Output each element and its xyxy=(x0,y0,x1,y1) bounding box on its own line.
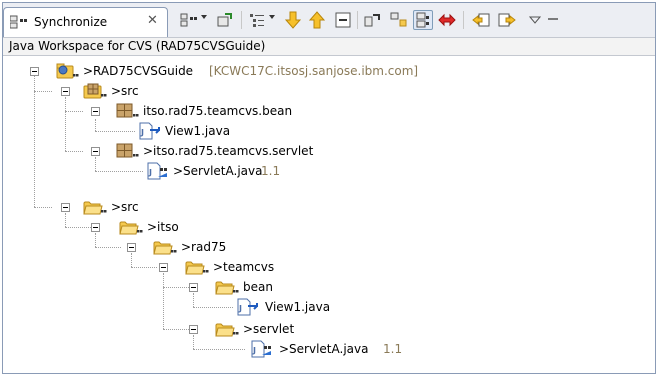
tree-row-teamcvs-folder[interactable]: >teamcvs xyxy=(3,257,303,277)
tree-row-servleta-java[interactable]: >ServletA.java 1.1 xyxy=(3,161,323,181)
tree-row-bean-folder[interactable]: bean xyxy=(3,277,303,297)
previous-difference-arrow-icon[interactable] xyxy=(307,10,327,30)
java-file-outgoing-icon xyxy=(249,340,273,358)
synchronize-view: Synchronize ✕ Java Workspace for CVS (RA… xyxy=(2,2,656,374)
revision-label: 1.1 xyxy=(261,164,281,178)
chevron-down-icon[interactable] xyxy=(269,15,275,19)
tree-row-src-package-root[interactable]: >src xyxy=(3,81,203,101)
toolbar-separator xyxy=(463,11,464,29)
conflicts-mode-icon[interactable] xyxy=(437,10,457,30)
pin-icon[interactable] xyxy=(215,10,235,30)
next-difference-arrow-icon[interactable] xyxy=(283,10,303,30)
project-label: >RAD75CVSGuide xyxy=(83,64,194,78)
project-location: [KCWC17C.itsosj.sanjose.ibm.com] xyxy=(209,64,419,78)
tree-node-label: >ServletA.java xyxy=(173,164,263,178)
tab-title: Synchronize xyxy=(34,15,108,29)
view-menu-icon[interactable] xyxy=(525,10,545,30)
synchronize-tree[interactable]: >RAD75CVSGuide [KCWC17C.itsosj.sanjose.i… xyxy=(3,57,655,373)
collapse-toggle-icon[interactable] xyxy=(30,67,39,76)
tree-node-label: >teamcvs xyxy=(213,260,275,274)
collapse-toggle-icon[interactable] xyxy=(91,147,100,156)
collapse-toggle-icon[interactable] xyxy=(189,325,198,334)
synchronize-dropdown-icon[interactable] xyxy=(179,10,199,30)
tree-row-src-folder[interactable]: >src xyxy=(3,197,203,217)
tree-node-label: >src xyxy=(111,200,139,214)
package-folder-icon xyxy=(83,82,107,100)
tree-node-label: View1.java xyxy=(165,124,231,138)
folder-icon xyxy=(153,238,177,256)
folder-icon xyxy=(215,320,239,338)
project-icon xyxy=(55,62,79,80)
tree-row-itso-folder[interactable]: >itso xyxy=(3,217,223,237)
tree-node-label: >itso xyxy=(147,220,179,234)
tree-node-label: >rad75 xyxy=(181,240,227,254)
package-icon xyxy=(115,142,139,160)
chevron-down-icon[interactable] xyxy=(201,15,207,19)
folder-icon xyxy=(83,198,107,216)
outgoing-mode-icon[interactable] xyxy=(389,10,409,30)
java-file-incoming-icon xyxy=(137,122,161,140)
toolbar-separator xyxy=(357,11,358,29)
tree-row-view1-java[interactable]: View1.java xyxy=(3,121,263,141)
collapse-toggle-icon[interactable] xyxy=(61,203,70,212)
tree-node-label: itso.rad75.teamcvs.bean xyxy=(143,104,293,118)
collapse-toggle-icon[interactable] xyxy=(159,263,168,272)
tree-row-view1-java-folder[interactable]: View1.java xyxy=(3,297,363,317)
tree-row-servleta-java-folder[interactable]: >ServletA.java 1.1 xyxy=(3,339,423,359)
synchronize-icon xyxy=(9,15,30,29)
update-all-icon[interactable] xyxy=(471,10,491,30)
view-description: Java Workspace for CVS (RAD75CVSGuide) xyxy=(3,37,655,56)
collapse-all-icon[interactable] xyxy=(333,10,353,30)
tab-synchronize[interactable]: Synchronize ✕ xyxy=(3,7,168,37)
collapse-toggle-icon[interactable] xyxy=(61,87,70,96)
collapse-toggle-icon[interactable] xyxy=(91,223,100,232)
view-header: Synchronize ✕ xyxy=(3,3,655,37)
tree-node-label: bean xyxy=(243,280,273,294)
collapse-toggle-icon[interactable] xyxy=(127,243,136,252)
folder-icon xyxy=(185,258,209,276)
tree-row-rad75-folder[interactable]: >rad75 xyxy=(3,237,263,257)
collapse-toggle-icon[interactable] xyxy=(189,283,198,292)
java-file-incoming-icon xyxy=(235,298,259,316)
tree-row-bean-package[interactable]: itso.rad75.teamcvs.bean xyxy=(3,101,323,121)
presentation-dropdown-icon[interactable] xyxy=(247,10,267,30)
package-icon xyxy=(115,102,139,120)
close-icon[interactable]: ✕ xyxy=(147,13,158,28)
tree-node-label: >ServletA.java xyxy=(279,342,369,356)
tree-row-project[interactable]: >RAD75CVSGuide [KCWC17C.itsosj.sanjose.i… xyxy=(3,61,563,81)
toolbar-separator xyxy=(241,11,242,29)
revision-label: 1.1 xyxy=(383,342,403,356)
tree-row-servlet-folder[interactable]: >servlet xyxy=(3,319,323,339)
tree-node-label: View1.java xyxy=(265,300,331,314)
folder-icon xyxy=(119,218,143,236)
collapse-toggle-icon[interactable] xyxy=(91,107,100,116)
tree-row-servlet-package[interactable]: >itso.rad75.teamcvs.servlet xyxy=(3,141,363,161)
tree-node-label: >itso.rad75.teamcvs.servlet xyxy=(143,144,314,158)
java-file-outgoing-icon xyxy=(145,162,169,180)
incoming-mode-icon[interactable] xyxy=(363,10,383,30)
commit-all-icon[interactable] xyxy=(497,10,517,30)
tree-node-label: >src xyxy=(111,84,139,98)
folder-icon xyxy=(215,278,239,296)
minimize-icon[interactable] xyxy=(543,10,563,30)
tree-node-label: >servlet xyxy=(243,322,295,336)
incoming-outgoing-mode-icon[interactable] xyxy=(413,10,433,30)
